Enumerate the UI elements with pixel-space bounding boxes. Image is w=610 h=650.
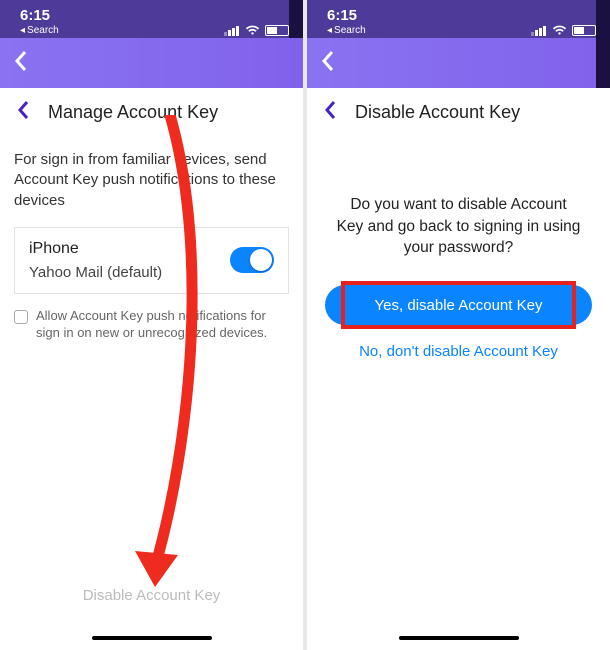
page-title: Manage Account Key bbox=[48, 102, 218, 123]
back-button[interactable] bbox=[321, 50, 335, 77]
device-card: iPhone Yahoo Mail (default) bbox=[14, 227, 289, 294]
confirm-question: Do you want to disable Account Key and g… bbox=[335, 194, 582, 259]
intro-text: For sign in from familiar devices, send … bbox=[14, 150, 289, 211]
wifi-icon bbox=[552, 25, 567, 36]
battery-icon bbox=[572, 25, 596, 36]
status-bar: 6:15 ◂ Search bbox=[307, 0, 610, 38]
nav-bar bbox=[307, 38, 610, 88]
chevron-left-icon: ◂ bbox=[20, 25, 25, 37]
yes-disable-button[interactable]: Yes, disable Account Key bbox=[325, 285, 592, 325]
no-dont-disable-link[interactable]: No, don't disable Account Key bbox=[307, 343, 610, 360]
allow-label: Allow Account Key push notifications for… bbox=[36, 308, 289, 342]
page-title: Disable Account Key bbox=[355, 102, 520, 123]
breadcrumb-back-to-search[interactable]: ◂ Search bbox=[20, 25, 59, 37]
status-indicators bbox=[224, 25, 289, 36]
battery-icon bbox=[265, 25, 289, 36]
screenshot-manage-account-key: 6:15 ◂ Search Manage Account Key For sig… bbox=[0, 0, 303, 650]
status-indicators bbox=[531, 25, 596, 36]
allow-new-devices-row[interactable]: Allow Account Key push notifications for… bbox=[14, 308, 289, 342]
device-name: iPhone bbox=[29, 240, 162, 258]
phone-bezel bbox=[289, 0, 303, 38]
status-bar: 6:15 ◂ Search bbox=[0, 0, 303, 38]
screenshot-disable-account-key: 6:15 ◂ Search Disable Account Key Do you… bbox=[307, 0, 610, 650]
page-header: Disable Account Key bbox=[307, 88, 610, 136]
phone-bezel bbox=[596, 0, 610, 88]
allow-checkbox[interactable] bbox=[14, 310, 28, 324]
cell-signal-icon bbox=[224, 26, 240, 36]
breadcrumb-back-to-search[interactable]: ◂ Search bbox=[327, 25, 366, 37]
nav-bar bbox=[0, 38, 303, 88]
status-time: 6:15 bbox=[327, 7, 357, 24]
home-indicator[interactable] bbox=[92, 636, 212, 640]
back-chevron-icon[interactable] bbox=[18, 100, 30, 125]
chevron-left-icon: ◂ bbox=[327, 25, 332, 37]
home-indicator[interactable] bbox=[399, 636, 519, 640]
back-button[interactable] bbox=[14, 50, 28, 77]
wifi-icon bbox=[245, 25, 260, 36]
cell-signal-icon bbox=[531, 26, 547, 36]
disable-account-key-link[interactable]: Disable Account Key bbox=[0, 587, 303, 604]
back-chevron-icon[interactable] bbox=[325, 100, 337, 125]
page-header: Manage Account Key bbox=[0, 88, 303, 136]
device-app: Yahoo Mail (default) bbox=[29, 264, 162, 281]
status-time: 6:15 bbox=[20, 7, 50, 24]
device-toggle[interactable] bbox=[230, 247, 274, 273]
